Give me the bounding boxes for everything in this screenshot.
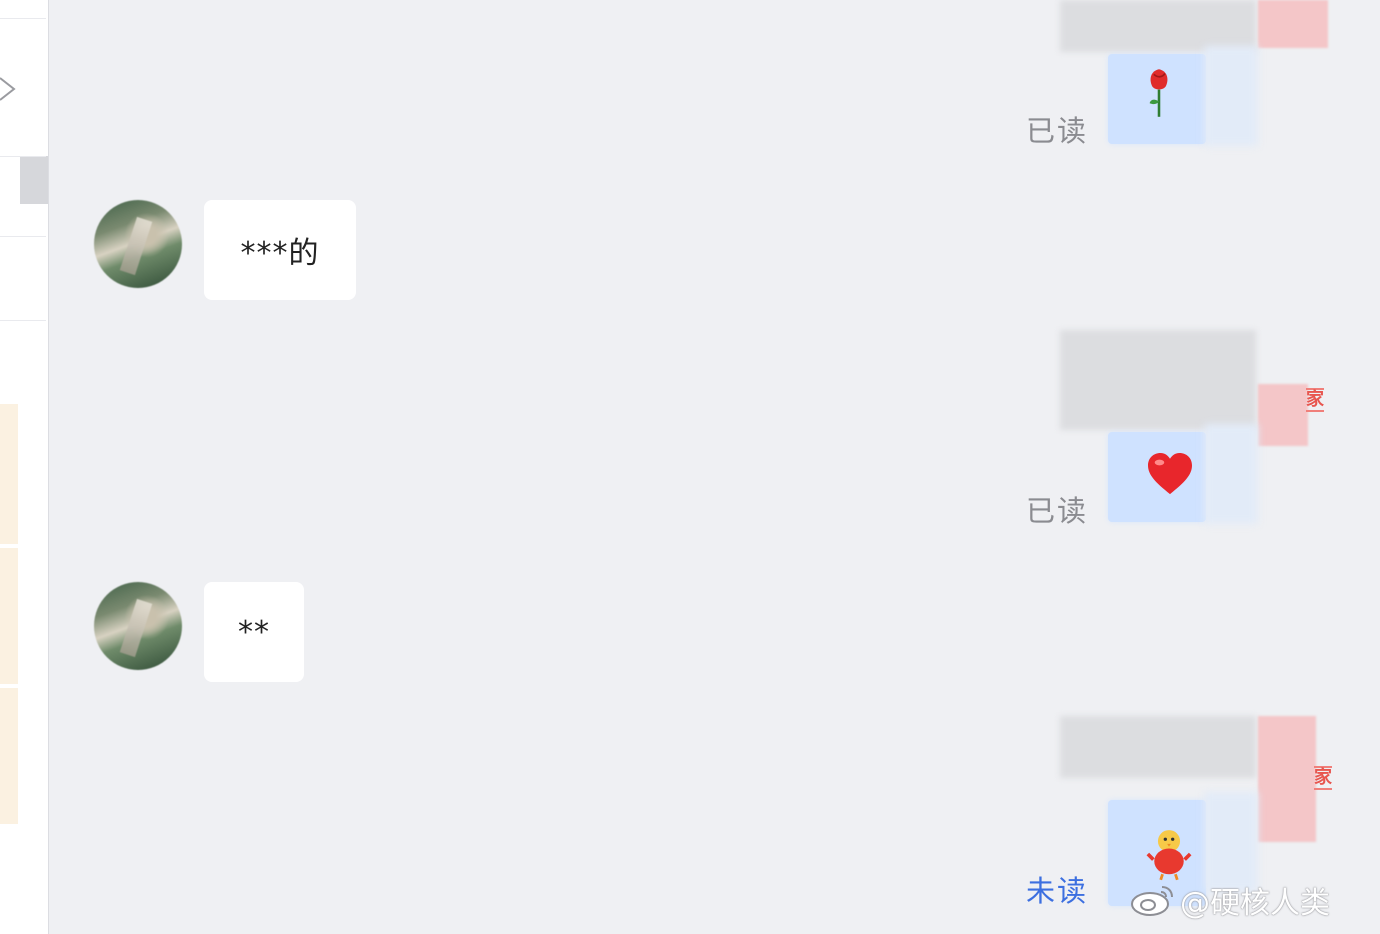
conversation-sidebar — [0, 0, 49, 934]
rose-icon — [1149, 69, 1168, 117]
sender-badge-blurred — [1258, 716, 1316, 842]
message-text: ***的 — [240, 236, 320, 271]
sender-name-blurred — [1060, 0, 1256, 52]
incoming-message-bubble[interactable]: ** — [204, 582, 304, 682]
sidebar-item-highlight[interactable] — [0, 688, 18, 824]
weibo-logo-icon — [1131, 886, 1173, 916]
read-status: 已读 — [1026, 494, 1089, 528]
contact-avatar[interactable] — [94, 582, 182, 670]
sidebar-scrollbar[interactable] — [20, 156, 48, 204]
sender-name-blurred — [1060, 716, 1256, 778]
outgoing-message-bubble[interactable] — [1108, 46, 1258, 146]
sidebar-divider — [0, 156, 46, 157]
sender-name-blurred — [1060, 330, 1256, 430]
watermark-text: @硬核人类 — [1180, 886, 1330, 921]
sender-badge-blurred — [1258, 384, 1308, 446]
sidebar-item-highlight[interactable] — [0, 404, 18, 544]
sender-badge-blurred — [1258, 0, 1328, 48]
chevron-right-icon[interactable] — [0, 74, 22, 104]
sender-tag: 家 — [1314, 766, 1332, 790]
unread-status: 未读 — [1026, 874, 1089, 908]
chick-sticker-icon — [1146, 830, 1192, 881]
incoming-message-bubble[interactable]: ***的 — [204, 200, 356, 300]
sidebar-divider — [0, 320, 46, 321]
contact-avatar[interactable] — [94, 200, 182, 288]
sidebar-divider — [0, 236, 46, 237]
heart-icon — [1148, 452, 1192, 495]
outgoing-message-bubble[interactable] — [1108, 424, 1258, 524]
read-status: 已读 — [1026, 114, 1089, 148]
message-text: ** — [238, 614, 270, 650]
watermark: @硬核人类 — [1130, 878, 1330, 922]
sidebar-divider — [0, 18, 46, 19]
sender-tag: 家 — [1306, 388, 1324, 412]
sidebar-item-highlight[interactable] — [0, 548, 18, 684]
